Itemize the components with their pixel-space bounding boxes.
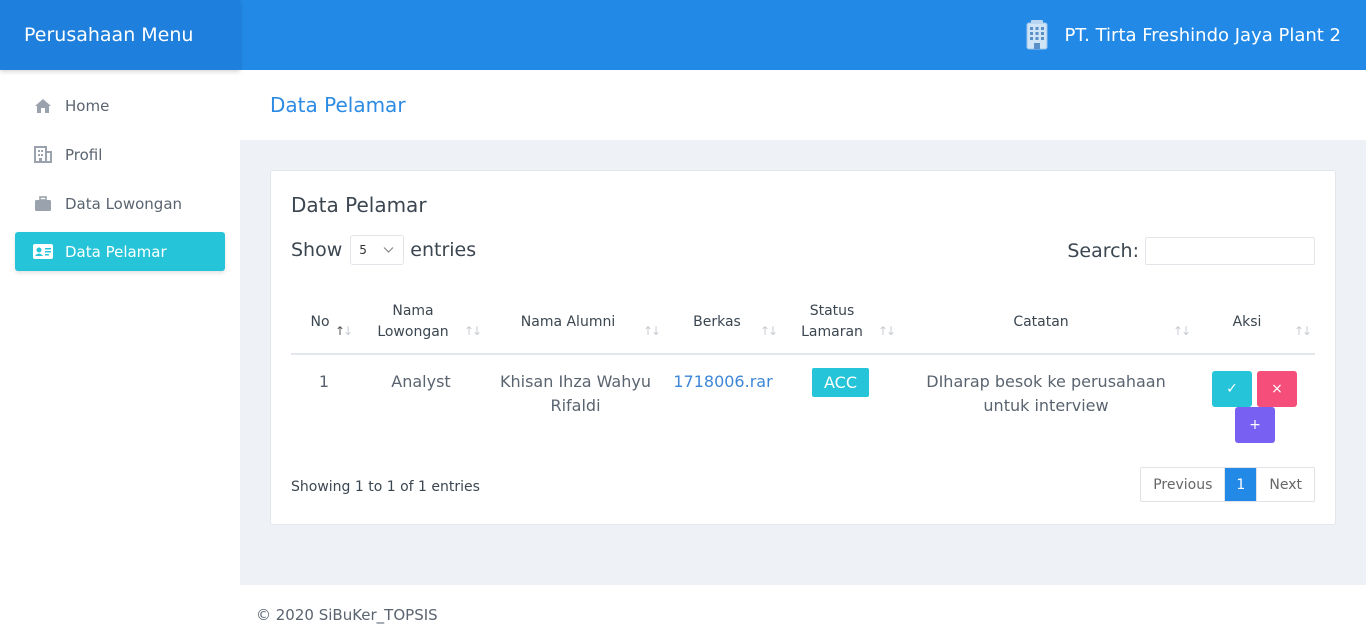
card-title: Data Pelamar [291, 193, 427, 217]
entries-select[interactable]: 5 [350, 235, 405, 265]
length-control: Show 5 entries [291, 235, 476, 265]
sidebar-item-label: Data Lowongan [65, 194, 183, 213]
header-aksi[interactable]: Aksi [1227, 291, 1267, 353]
sidebar-item-label: Home [65, 96, 110, 115]
building-icon [33, 145, 53, 165]
header-berkas[interactable]: Berkas [687, 291, 747, 353]
sort-asc-icon: ↑↓ [335, 324, 353, 338]
header-nama-alumni[interactable]: Nama Alumni [513, 291, 623, 353]
pagination: Previous 1 Next [1140, 467, 1315, 502]
status-badge: ACC [812, 368, 869, 397]
add-button[interactable]: + [1235, 407, 1275, 443]
previous-button[interactable]: Previous [1141, 468, 1226, 501]
sidebar-item-label: Data Pelamar [65, 242, 167, 261]
berkas-link[interactable]: 1718006.rar [671, 370, 775, 394]
sort-icon: ↑↓ [643, 324, 661, 338]
page-title: Data Pelamar [240, 70, 1366, 140]
delete-button[interactable]: × [1257, 371, 1297, 407]
entries-label: entries [410, 239, 477, 261]
chevron-down-icon [383, 244, 394, 258]
show-label: Show [291, 239, 343, 261]
sidebar: Home Profil Data Lowongan Data Pelamar [0, 70, 240, 644]
header-nama-lowongan[interactable]: Nama Lowongan [375, 291, 451, 353]
table-header: No ↑↓ Nama Lowongan ↑↓ Nama Alumni ↑↓ Be… [291, 291, 1315, 355]
sort-icon: ↑↓ [464, 324, 482, 338]
sort-icon: ↑↓ [760, 324, 778, 338]
search-input[interactable] [1145, 237, 1315, 265]
sidebar-item-home[interactable]: Home [15, 86, 225, 125]
search-label: Search: [1067, 240, 1139, 262]
page-1-button[interactable]: 1 [1225, 468, 1257, 501]
building-icon [1024, 20, 1050, 50]
cell-alumni: Khisan Ihza Wahyu Rifaldi [500, 372, 651, 415]
id-card-icon [33, 242, 53, 262]
company-name: PT. Tirta Freshindo Jaya Plant 2 [1064, 24, 1341, 46]
brand-title: Perusahaan Menu [0, 0, 240, 70]
topbar: PT. Tirta Freshindo Jaya Plant 2 [240, 0, 1366, 70]
next-button[interactable]: Next [1256, 468, 1314, 501]
briefcase-icon [33, 194, 53, 214]
sidebar-item-data-pelamar[interactable]: Data Pelamar [15, 232, 225, 271]
cell-lowongan: Analyst [391, 372, 451, 391]
footer: © 2020 SiBuKer_TOPSIS [240, 585, 1366, 644]
data-card: Data Pelamar Show 5 entries Search: No ↑… [270, 170, 1336, 525]
sidebar-item-label: Profil [65, 145, 103, 164]
sidebar-item-data-lowongan[interactable]: Data Lowongan [15, 184, 225, 223]
sort-icon: ↑↓ [1294, 324, 1312, 338]
header-catatan[interactable]: Catatan [1001, 291, 1081, 353]
sort-icon: ↑↓ [878, 324, 896, 338]
cell-catatan: DIharap besok ke perusahaan untuk interv… [926, 372, 1166, 415]
sort-icon: ↑↓ [1173, 324, 1191, 338]
entries-select-value: 5 [359, 243, 367, 257]
home-icon [33, 96, 53, 116]
table-info: Showing 1 to 1 of 1 entries [291, 479, 480, 495]
cell-no: 1 [318, 372, 330, 391]
search-control: Search: [1067, 237, 1315, 265]
header-status-lamaran[interactable]: Status Lamaran [797, 291, 867, 353]
approve-button[interactable]: ✓ [1212, 371, 1252, 407]
sidebar-item-profil[interactable]: Profil [15, 135, 225, 174]
header-no[interactable]: No [305, 291, 335, 353]
